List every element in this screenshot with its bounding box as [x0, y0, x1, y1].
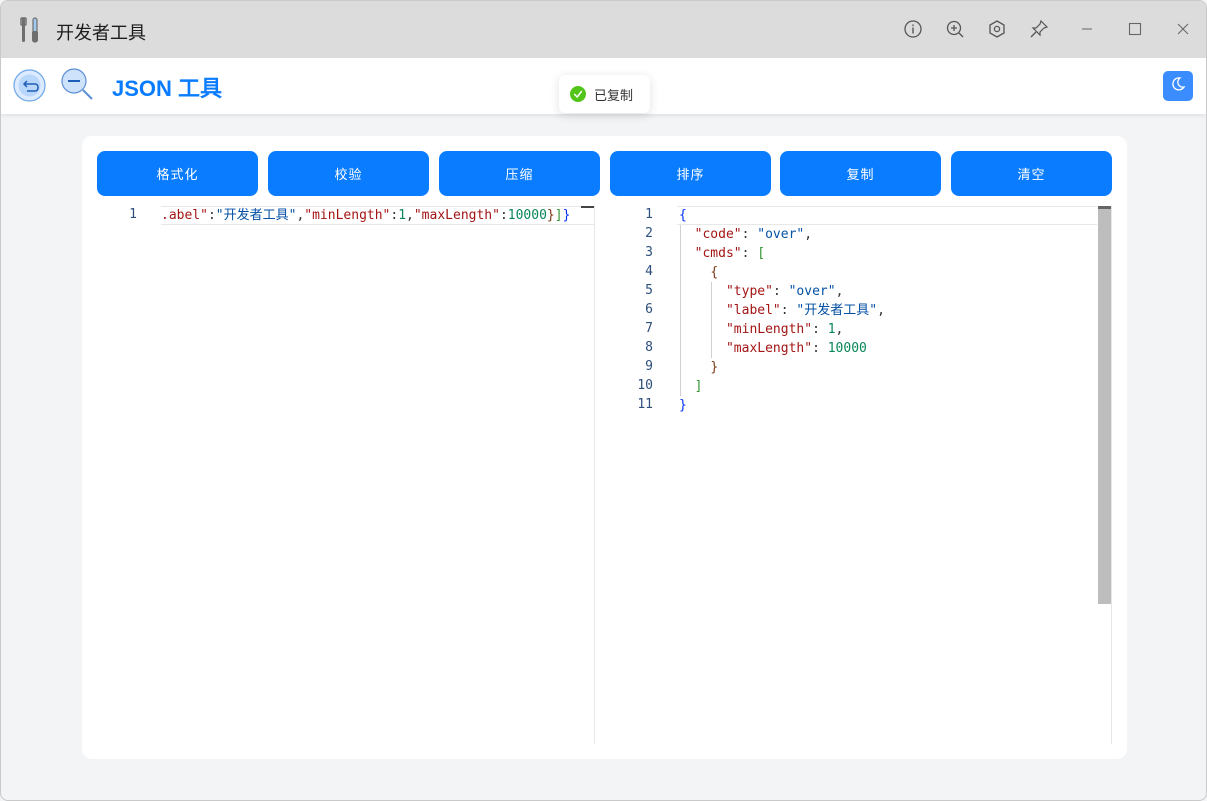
code-line[interactable]: "minLength": 1, — [679, 320, 843, 339]
line-number: 3 — [645, 245, 653, 260]
line-number: 11 — [637, 397, 653, 412]
settings-hex-icon[interactable] — [986, 18, 1008, 40]
code-line[interactable]: "label": "开发者工具", — [679, 301, 885, 320]
code-line[interactable]: } — [679, 358, 718, 377]
code-line[interactable]: "cmds": [ — [679, 244, 765, 263]
back-icon[interactable] — [13, 69, 46, 102]
app-window: 开发者工具 JSON 工具 已复制 格式化 校验 压缩 排序 复制 清空 1 .… — [0, 0, 1207, 801]
input-editor[interactable]: 1 .abel":"开发者工具","minLength":1,"maxLengt… — [97, 206, 595, 744]
toast-text: 已复制 — [594, 88, 634, 104]
line-number: 10 — [637, 378, 653, 393]
line-number: 8 — [645, 340, 653, 355]
sort-button[interactable]: 排序 — [610, 151, 771, 196]
code-line[interactable]: .abel":"开发者工具","minLength":1,"maxLength"… — [161, 206, 591, 225]
line-number: 9 — [645, 359, 653, 374]
zoom-out-icon[interactable] — [60, 67, 94, 101]
code-line[interactable]: { — [679, 263, 718, 282]
line-number: 5 — [645, 283, 653, 298]
minimize-icon[interactable] — [1076, 18, 1098, 40]
pin-icon[interactable] — [1028, 18, 1050, 40]
title-bar: 开发者工具 — [1, 1, 1206, 58]
line-number: 1 — [129, 207, 137, 222]
code-line[interactable]: "type": "over", — [679, 282, 843, 301]
toolbar: 格式化 校验 压缩 排序 复制 清空 — [97, 151, 1112, 196]
line-number: 4 — [645, 264, 653, 279]
zoom-in-icon[interactable] — [944, 18, 966, 40]
clear-button[interactable]: 清空 — [951, 151, 1112, 196]
left-scrollbar[interactable] — [581, 206, 594, 208]
validate-button[interactable]: 校验 — [268, 151, 429, 196]
line-number: 7 — [645, 321, 653, 336]
tools-icon — [19, 16, 41, 44]
line-number: 2 — [645, 226, 653, 241]
code-line[interactable]: ] — [679, 377, 703, 396]
info-icon[interactable] — [902, 18, 924, 40]
output-editor[interactable]: 1 2 3 4 5 6 7 8 9 10 11 { "code": "over"… — [599, 206, 1112, 744]
check-circle-icon — [570, 86, 586, 102]
compress-button[interactable]: 压缩 — [439, 151, 600, 196]
right-scrollbar[interactable] — [1098, 206, 1111, 604]
scrollbar-thumb-top — [1098, 206, 1111, 209]
format-button[interactable]: 格式化 — [97, 151, 258, 196]
maximize-icon[interactable] — [1124, 18, 1146, 40]
app-title: 开发者工具 — [56, 23, 146, 44]
theme-toggle-button[interactable] — [1163, 71, 1193, 101]
line-number: 6 — [645, 302, 653, 317]
copy-button[interactable]: 复制 — [780, 151, 941, 196]
current-line-highlight — [677, 206, 1097, 225]
code-line[interactable]: "maxLength": 10000 — [679, 339, 867, 358]
page-title: JSON 工具 — [112, 76, 223, 101]
code-line[interactable]: "code": "over", — [679, 225, 812, 244]
copied-toast: 已复制 — [559, 75, 650, 113]
moon-icon — [1170, 76, 1186, 96]
line-number: 1 — [645, 207, 653, 222]
code-line[interactable]: } — [679, 396, 687, 415]
close-icon[interactable] — [1172, 18, 1194, 40]
code-line[interactable]: { — [679, 206, 687, 225]
